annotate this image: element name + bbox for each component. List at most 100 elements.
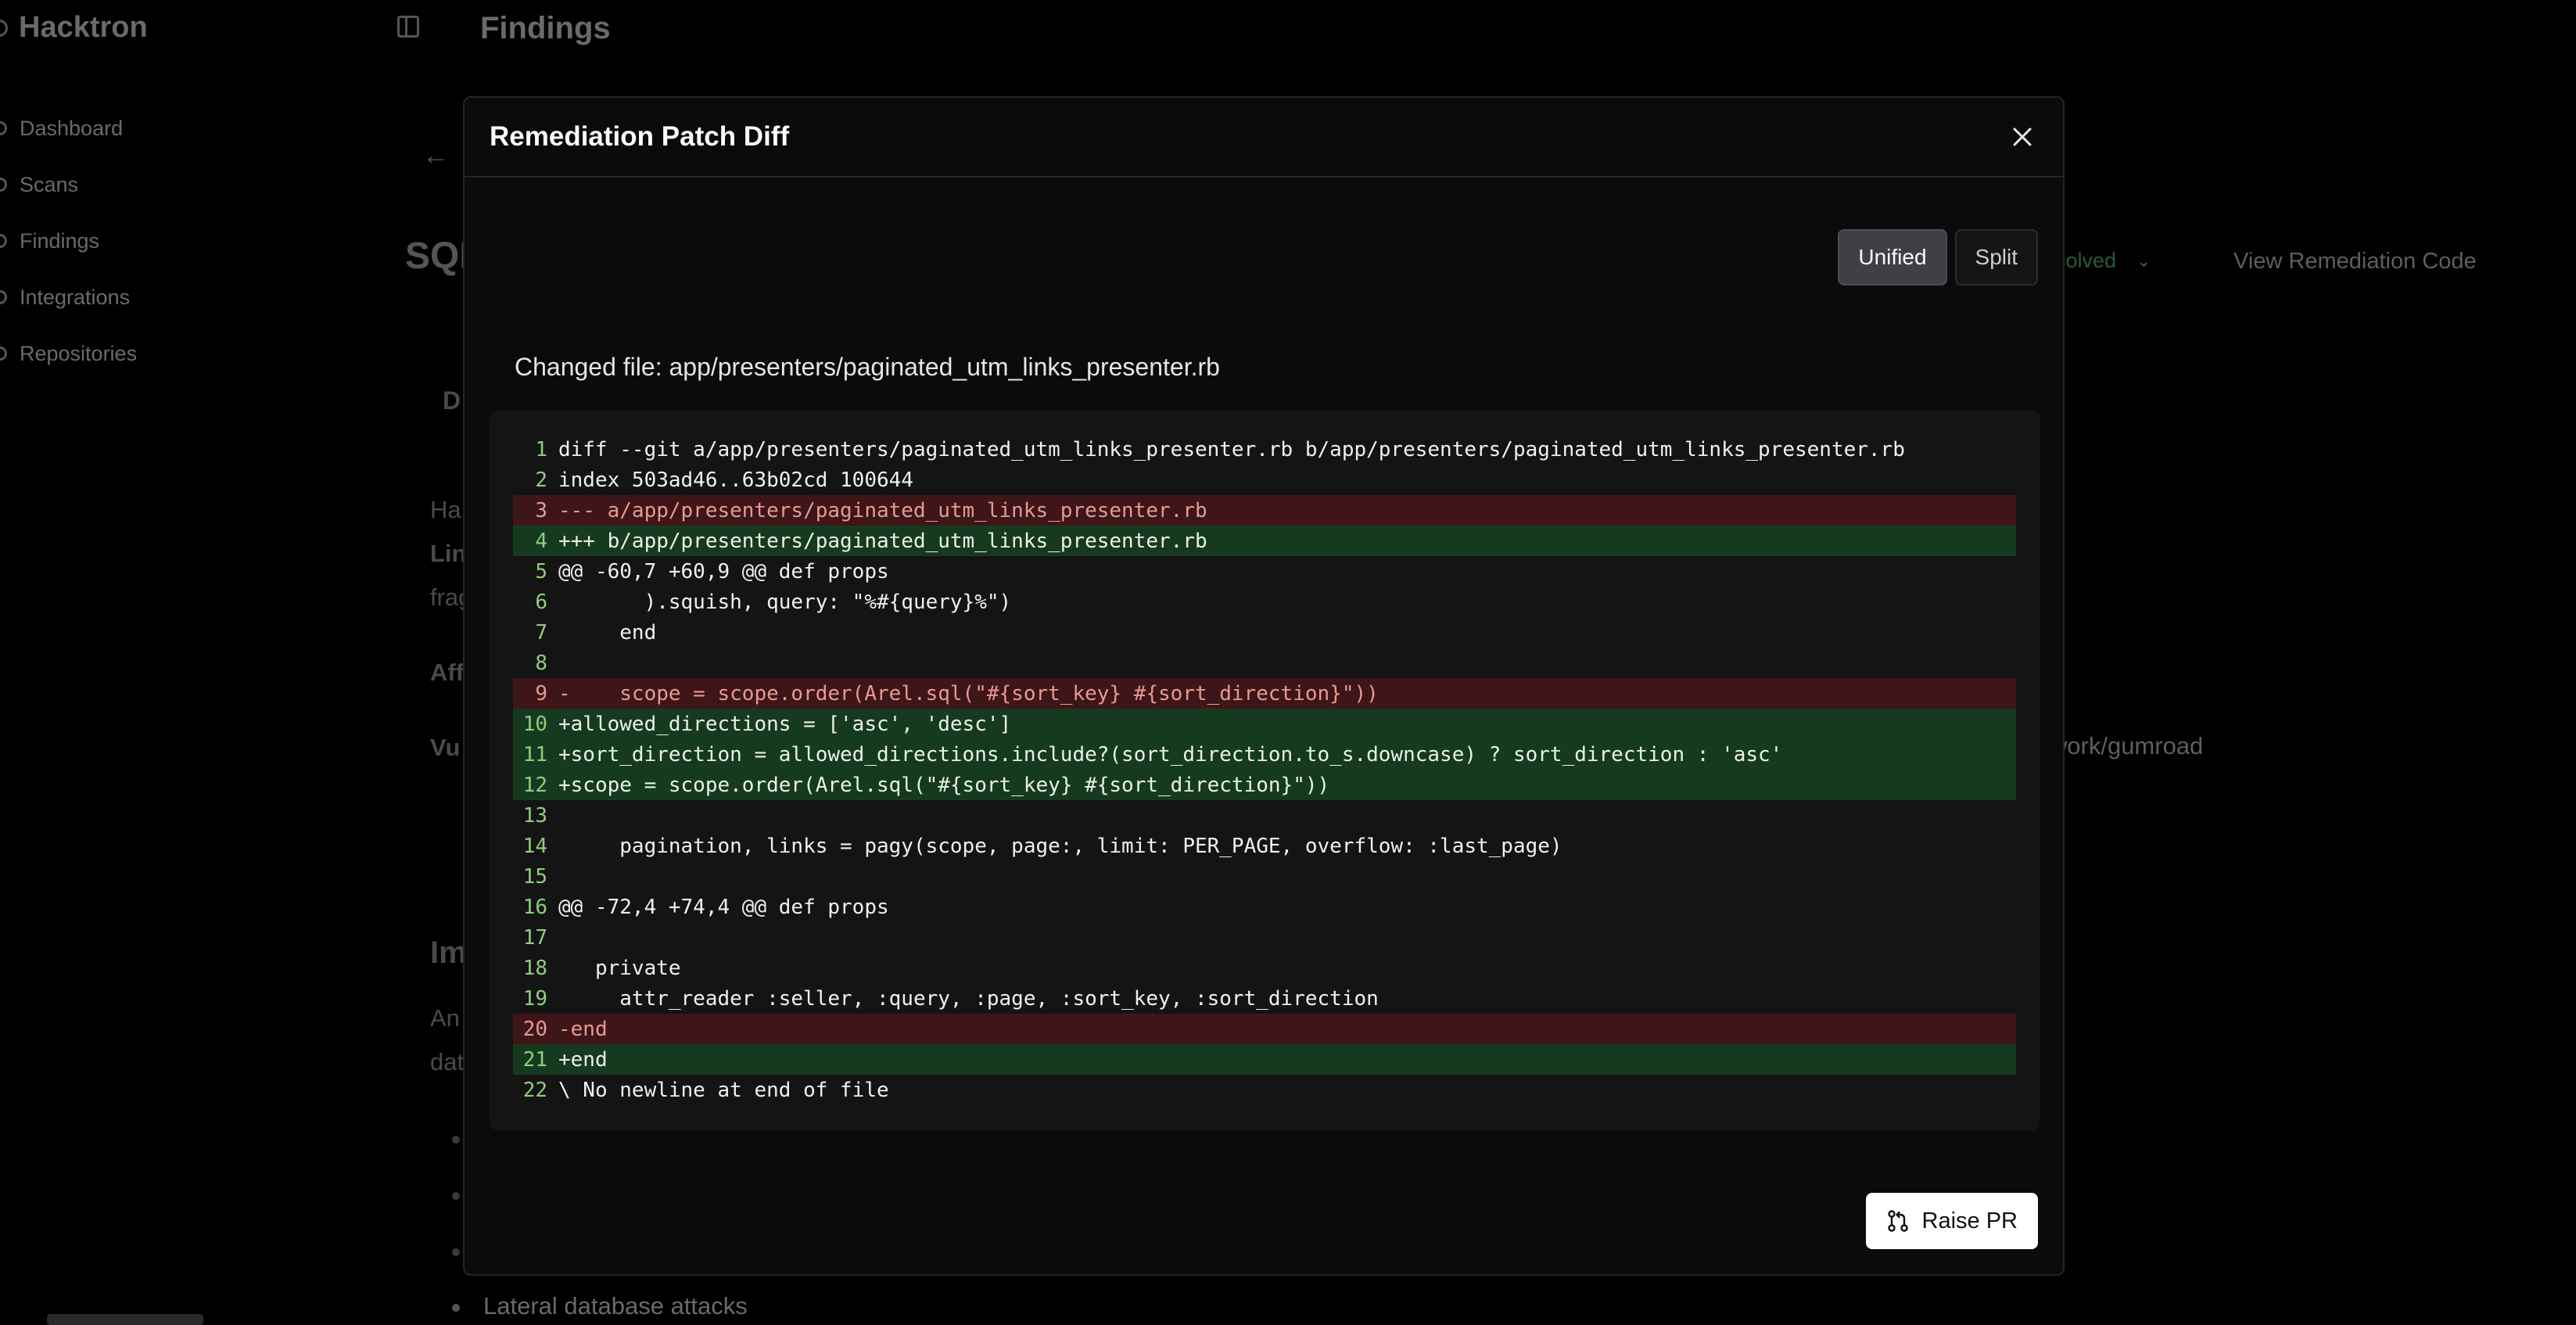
sidebar-item-integrations[interactable]: Integrations: [0, 269, 137, 325]
sidebar-footer: [47, 1314, 203, 1325]
sidebar-item-scans[interactable]: Scans: [0, 156, 137, 213]
diff-line-text: attr_reader :seller, :query, :page, :sor…: [558, 986, 1379, 1011]
diff-view-toggle: Unified Split: [1838, 229, 2038, 285]
diff-line: 6 ).squish, query: "%#{query}%"): [513, 587, 2016, 617]
diff-line: 17: [513, 922, 2016, 953]
vulnerable-label: Vu: [430, 734, 461, 761]
diff-line: 19 attr_reader :seller, :query, :page, :…: [513, 983, 2016, 1014]
line-number: 11: [522, 742, 547, 767]
repository-name: iwork/gumroad: [2044, 732, 2204, 759]
plug-icon: [0, 290, 7, 304]
diff-line-text: - scope = scope.order(Arel.sql("#{sort_k…: [558, 681, 1379, 706]
unified-view-button[interactable]: Unified: [1838, 229, 1947, 285]
line-number: 9: [535, 681, 547, 706]
list-bullet: [452, 1136, 460, 1144]
sidebar-item-dashboard[interactable]: Dashboard: [0, 100, 137, 156]
diff-line-text: diff --git a/app/presenters/paginated_ut…: [558, 437, 1905, 461]
git-pull-request-icon: [1887, 1210, 1908, 1232]
diff-viewer[interactable]: 1 diff --git a/app/presenters/paginated_u…: [490, 411, 2040, 1130]
diff-line-text: +end: [558, 1047, 608, 1072]
alert-icon: [0, 234, 7, 248]
dialog-title: Remediation Patch Diff: [490, 121, 790, 152]
dialog-header: Remediation Patch Diff: [465, 98, 2063, 178]
home-icon: [0, 121, 7, 135]
line-number: 16: [522, 895, 547, 919]
diff-line: 11 +sort_direction = allowed_directions.i…: [513, 739, 2016, 770]
sidebar-item-repositories[interactable]: Repositories: [0, 325, 137, 382]
diff-line: 8: [513, 648, 2016, 678]
diff-line: 16 @@ -72,4 +74,4 @@ def props: [513, 892, 2016, 922]
diff-line: 1 diff --git a/app/presenters/paginated_u…: [513, 434, 2016, 465]
line-number: 15: [522, 864, 547, 889]
line-number: 7: [535, 620, 547, 645]
line-number: 6: [535, 590, 547, 614]
search-icon: [0, 178, 7, 192]
split-view-button[interactable]: Split: [1954, 229, 2038, 285]
diff-line: 15: [513, 861, 2016, 892]
diff-line: 21 +end: [513, 1044, 2016, 1075]
list-bullet: [452, 1248, 460, 1256]
diff-line-text: +scope = scope.order(Arel.sql("#{sort_ke…: [558, 773, 1330, 797]
diff-line: 18 private: [513, 953, 2016, 983]
diff-line: 2 index 503ad46..63b02cd 100644: [513, 465, 2016, 495]
sidebar-toggle-icon[interactable]: [397, 16, 419, 38]
line-number: 2: [535, 468, 547, 492]
close-button[interactable]: [2007, 121, 2038, 153]
diff-line-text: private: [558, 956, 681, 980]
line-number: 3: [535, 498, 547, 522]
line-number: 8: [535, 651, 547, 675]
sidebar-item-label: Dashboard: [20, 116, 124, 140]
status-dropdown[interactable]: solved ⌄: [2055, 249, 2151, 273]
page-title: Findings: [480, 11, 611, 45]
line-number: 1: [535, 437, 547, 461]
line-number: 17: [522, 925, 547, 950]
line-number: 10: [522, 712, 547, 736]
line-number: 5: [535, 559, 547, 584]
line-number: 21: [522, 1047, 547, 1072]
line-number: 12: [522, 773, 547, 797]
brand[interactable]: Hacktron: [0, 11, 148, 45]
diff-line-text: pagination, links = pagy(scope, page:, l…: [558, 834, 1562, 858]
close-icon: [2013, 127, 2032, 146]
impact-text: dat: [430, 1048, 465, 1075]
sidebar-nav: Dashboard Scans Findings Integrations Re…: [0, 100, 137, 382]
diff-line-text: @@ -60,7 +60,9 @@ def props: [558, 559, 889, 584]
git-branch-icon: [0, 347, 7, 361]
sidebar-item-label: Findings: [20, 228, 100, 253]
diff-line-text: +sort_direction = allowed_directions.inc…: [558, 742, 1783, 767]
sidebar-item-findings[interactable]: Findings: [0, 213, 137, 269]
raise-pr-label: Raise PR: [1921, 1208, 2018, 1233]
line-number: 20: [522, 1017, 547, 1041]
line-number: 19: [522, 986, 547, 1011]
diff-line-text: index 503ad46..63b02cd 100644: [558, 468, 913, 492]
line-number: 4: [535, 529, 547, 553]
diff-line-text: @@ -72,4 +74,4 @@ def props: [558, 895, 889, 919]
diff-line-text: --- a/app/presenters/paginated_utm_links…: [558, 498, 1207, 522]
raise-pr-button[interactable]: Raise PR: [1865, 1193, 2038, 1249]
brand-name: Hacktron: [19, 11, 148, 44]
diff-line: 14 pagination, links = pagy(scope, page:…: [513, 831, 2016, 861]
impact-heading: Im: [430, 935, 467, 970]
sidebar-item-label: Scans: [20, 172, 79, 196]
diff-line: 13: [513, 800, 2016, 831]
diff-line: 10 +allowed_directions = ['asc', 'desc']: [513, 709, 2016, 739]
impact-text: An: [430, 1004, 460, 1032]
diff-line: 4 +++ b/app/presenters/paginated_utm_link…: [513, 526, 2016, 556]
diff-line-text: +allowed_directions = ['asc', 'desc']: [558, 712, 1012, 736]
line-number: 18: [522, 956, 547, 980]
list-item: Lateral database attacks: [452, 1292, 748, 1320]
diff-line: 12 +scope = scope.order(Arel.sql("#{sort_…: [513, 770, 2016, 800]
diff-line-text: end: [558, 620, 657, 645]
chevron-down-icon: ⌄: [2137, 250, 2151, 271]
line-number: 22: [522, 1078, 547, 1102]
affected-label: Aff: [430, 659, 465, 686]
line-number: 14: [522, 834, 547, 858]
sidebar-item-label: Repositories: [20, 341, 138, 365]
diff-line-text: -end: [558, 1017, 608, 1041]
description-text: Lin: [430, 540, 467, 567]
changed-file-label: Changed file: app/presenters/paginated_u…: [515, 353, 1220, 381]
back-arrow-icon[interactable]: ←: [422, 141, 449, 171]
view-remediation-code-link[interactable]: View Remediation Code: [2233, 249, 2477, 275]
hacktron-logo-icon: [0, 19, 8, 37]
list-bullet: [452, 1192, 460, 1200]
